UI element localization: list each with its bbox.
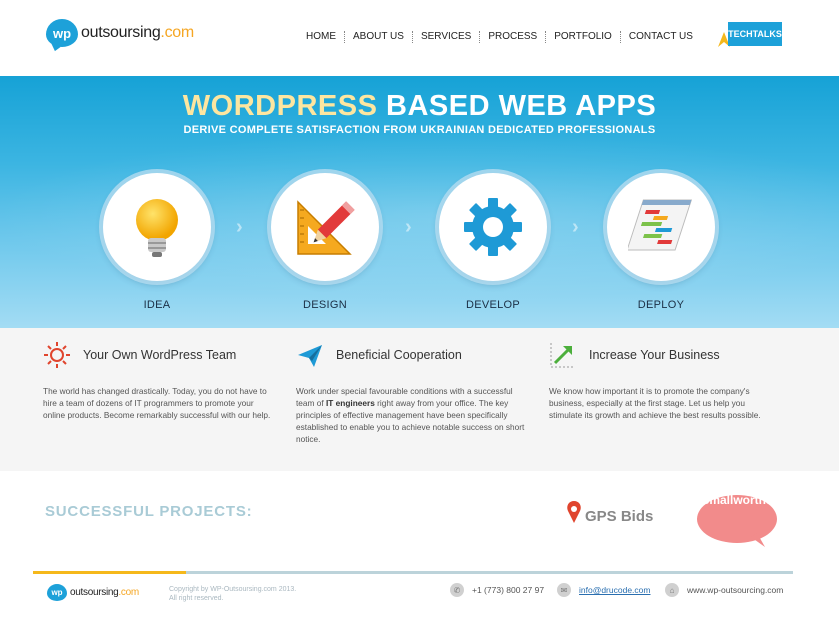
features-section: Your Own WordPress Team The world has ch…	[0, 328, 839, 471]
feature-wordpress-team: Your Own WordPress Team The world has ch…	[43, 340, 273, 421]
projects-section: SUCCESSFUL PROJECTS: GPS Bids Smallworth…	[0, 471, 839, 571]
home-icon: ⌂	[665, 583, 679, 597]
sun-icon	[44, 342, 70, 368]
projects-title: SUCCESSFUL PROJECTS:	[45, 503, 253, 520]
techtalks-label: TECHTALKS	[728, 22, 782, 46]
contact-website: ⌂ www.wp-outsourcing.com	[665, 583, 783, 597]
nav-services[interactable]: SERVICES	[413, 31, 481, 43]
step-label: DEVELOP	[465, 299, 521, 311]
feature-text: The world has changed drastically. Today…	[43, 386, 271, 420]
email-link[interactable]: info@drucode.com	[579, 585, 650, 595]
contact-phone: ✆ +1 (773) 800 27 97	[450, 583, 544, 597]
logo-main-text: outsoursing	[81, 24, 161, 41]
footer-divider	[33, 571, 793, 574]
logo-dotcom-text: .com	[160, 24, 194, 41]
website-text[interactable]: www.wp-outsourcing.com	[687, 585, 783, 595]
logo-badge-text: wp	[52, 25, 72, 41]
step-circle	[607, 173, 715, 281]
feature-increase-business: Increase Your Business We know how impor…	[549, 340, 779, 421]
logo-text: outsoursing.com	[81, 24, 194, 42]
feature-title: Your Own WordPress Team	[83, 348, 237, 362]
pencil-ruler-icon	[297, 200, 355, 255]
step-label: IDEA	[143, 299, 171, 311]
copyright: Copyright by WP-Outsoursing.com 2013. Al…	[169, 585, 296, 603]
step-circle	[103, 173, 211, 281]
hero-title-rest: BASED WEB APPS	[377, 90, 657, 122]
copyright-line: Copyright by WP-Outsoursing.com 2013.	[169, 586, 297, 593]
step-deploy[interactable]: DEPLOY	[607, 173, 715, 311]
smallworths-logo-text: Smallworths	[701, 493, 773, 507]
chevron-right-icon: ›	[405, 216, 412, 238]
gear-icon	[464, 198, 522, 256]
gantt-chart-icon	[628, 199, 693, 251]
chevron-right-icon: ›	[236, 216, 243, 238]
hero-banner: WORDPRESS BASED WEB APPS DERIVE COMPLETE…	[0, 76, 839, 328]
mail-icon: ✉	[557, 583, 571, 597]
footer-logo-dotcom: .com	[118, 587, 139, 598]
chevron-right-icon: ›	[572, 216, 579, 238]
nav-home[interactable]: HOME	[300, 31, 345, 43]
site-header: wp outsoursing.com HOME ABOUT US SERVICE…	[0, 0, 839, 76]
step-idea[interactable]: IDEA	[103, 173, 211, 311]
gps-bids-logo-text: GPS Bids	[585, 508, 653, 525]
feature-text-bold: IT engineers	[325, 398, 375, 408]
footer-divider-accent	[33, 571, 186, 574]
feature-title: Beneficial Cooperation	[336, 348, 462, 362]
main-nav: HOME ABOUT US SERVICES PROCESS PORTFOLIO…	[300, 31, 701, 43]
logo-badge: wp	[46, 19, 78, 47]
footer-logo-badge: wp	[47, 584, 67, 601]
footer-logo-main: outsoursing	[70, 587, 119, 598]
footer-logo-text: outsoursing.com	[70, 587, 139, 598]
hero-title-highlight: WORDPRESS	[182, 90, 378, 122]
feature-text: Work under special favourable conditions…	[296, 385, 526, 445]
step-circle	[439, 173, 547, 281]
site-logo[interactable]: wp outsoursing.com	[46, 19, 194, 47]
hero-title: WORDPRESS BASED WEB APPS	[0, 90, 839, 123]
feature-text: We know how important it is to promote t…	[549, 386, 761, 420]
lightbulb-icon	[136, 199, 178, 257]
nav-process[interactable]: PROCESS	[480, 31, 547, 43]
step-circle	[271, 173, 379, 281]
copyright-line: All right reserved.	[169, 595, 224, 602]
step-label: DESIGN	[303, 299, 347, 311]
footer-logo-badge-text: wp	[51, 588, 63, 597]
paper-plane-icon	[298, 345, 322, 367]
growth-arrow-icon	[550, 343, 575, 368]
techtalks-badge[interactable]: TECHTALKS	[716, 22, 782, 48]
gps-bids-logo[interactable]: GPS Bids	[565, 499, 660, 529]
step-develop[interactable]: DEVELOP	[439, 173, 547, 311]
contact-email: ✉ info@drucode.com	[557, 583, 650, 597]
footer-logo[interactable]: wp outsoursing.com	[47, 584, 139, 601]
hero-subtitle: DERIVE COMPLETE SATISFACTION FROM UKRAIN…	[183, 124, 656, 136]
nav-contact-us[interactable]: CONTACT US	[621, 31, 701, 43]
feature-beneficial-cooperation: Beneficial Cooperation Work under specia…	[296, 340, 526, 445]
feature-title: Increase Your Business	[589, 348, 720, 362]
nav-portfolio[interactable]: PORTFOLIO	[546, 31, 621, 43]
smallworths-logo[interactable]: Smallworths	[693, 491, 781, 549]
phone-icon: ✆	[450, 583, 464, 597]
phone-text: +1 (773) 800 27 97	[472, 585, 545, 595]
step-label: DEPLOY	[637, 299, 685, 311]
nav-about-us[interactable]: ABOUT US	[345, 31, 413, 43]
step-design[interactable]: DESIGN	[271, 173, 379, 311]
